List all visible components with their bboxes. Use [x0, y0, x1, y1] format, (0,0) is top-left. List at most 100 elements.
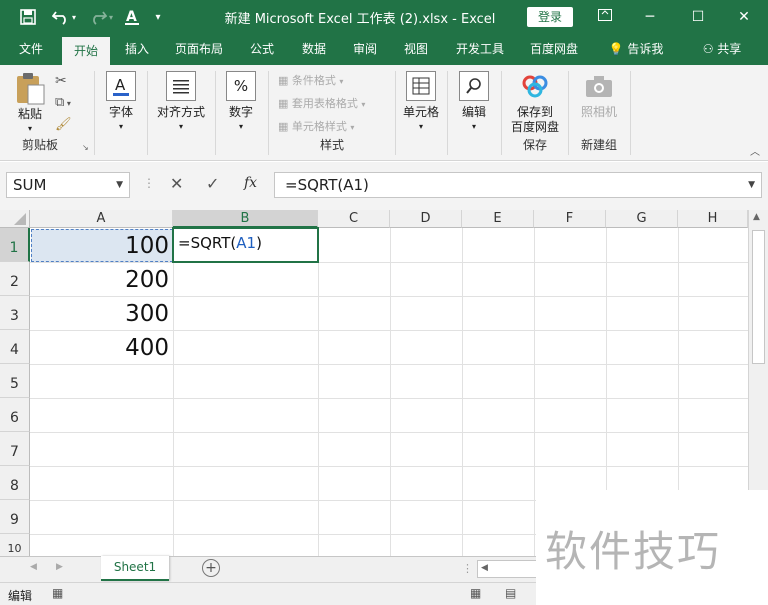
- save-icon[interactable]: [14, 0, 42, 34]
- editing-dropdown-icon[interactable]: ▾: [449, 119, 499, 134]
- tab-insert[interactable]: 插入: [116, 34, 158, 65]
- cells-icon[interactable]: [406, 71, 436, 101]
- customize-qat-icon[interactable]: ▾: [148, 0, 168, 34]
- cell-a4[interactable]: 400: [31, 332, 173, 364]
- column-header-g[interactable]: G: [606, 210, 678, 228]
- column-header-h[interactable]: H: [678, 210, 748, 228]
- column-header-f[interactable]: F: [534, 210, 606, 228]
- tab-baidu-netdisk[interactable]: 百度网盘: [520, 34, 588, 65]
- scroll-left-icon[interactable]: ◀: [481, 563, 488, 573]
- format-painter-icon[interactable]: 🖌: [55, 117, 72, 132]
- page-layout-view-icon[interactable]: ▤: [505, 586, 516, 600]
- tab-page-layout[interactable]: 页面布局: [166, 34, 232, 65]
- font-button[interactable]: 字体: [96, 105, 146, 120]
- row-header-9[interactable]: 9: [0, 500, 30, 534]
- column-header-d[interactable]: D: [390, 210, 462, 228]
- macro-record-icon[interactable]: ▦: [52, 586, 63, 600]
- cell-styles-button[interactable]: ▦ 单元格样式 ▾: [278, 118, 354, 134]
- tab-formulas[interactable]: 公式: [240, 34, 284, 65]
- name-box[interactable]: SUM ▼: [6, 172, 130, 198]
- number-group: % 数字 ▾: [217, 65, 265, 157]
- tab-split-grip-icon[interactable]: ⋮: [462, 562, 473, 575]
- svg-text:A: A: [126, 9, 137, 25]
- sheet-tab-sheet1[interactable]: Sheet1: [101, 556, 169, 581]
- camera-button[interactable]: 照相机: [570, 105, 628, 120]
- share-button[interactable]: ⚇ 共享: [694, 34, 750, 65]
- editing-button[interactable]: 编辑: [449, 105, 499, 120]
- formula-buttons: ✕ ✓ fx: [160, 172, 272, 198]
- minimize-icon[interactable]: ─: [630, 0, 670, 34]
- row-header-1[interactable]: 1: [0, 228, 30, 262]
- normal-view-icon[interactable]: ▦: [470, 586, 481, 600]
- dialog-launcher-icon[interactable]: ↘: [82, 143, 89, 152]
- enter-check-icon[interactable]: ✓: [206, 174, 219, 193]
- cell-a2[interactable]: 200: [31, 264, 173, 296]
- camera-icon[interactable]: [584, 73, 614, 102]
- row-header-8[interactable]: 8: [0, 466, 30, 500]
- paste-icon[interactable]: [14, 71, 46, 108]
- row-header-2[interactable]: 2: [0, 262, 30, 296]
- conditional-format-button[interactable]: ▦ 条件格式 ▾: [278, 72, 343, 88]
- find-icon[interactable]: [459, 71, 489, 101]
- baidu-netdisk-icon[interactable]: [520, 71, 550, 102]
- font-dropdown-icon[interactable]: ▾: [96, 119, 146, 134]
- tell-me-box[interactable]: 💡 告诉我: [596, 34, 676, 65]
- row-header-3[interactable]: 3: [0, 296, 30, 330]
- tab-view[interactable]: 视图: [394, 34, 438, 65]
- next-sheet-icon[interactable]: ▶: [56, 562, 63, 572]
- row-header-5[interactable]: 5: [0, 364, 30, 398]
- column-header-a[interactable]: A: [30, 210, 173, 228]
- formula-bar-grip-icon[interactable]: ⋮: [143, 176, 155, 190]
- row-header-7[interactable]: 7: [0, 432, 30, 466]
- column-header-c[interactable]: C: [318, 210, 390, 228]
- formula-input[interactable]: =SQRT(A1) ▼: [274, 172, 762, 198]
- chevron-down-icon[interactable]: ▼: [748, 173, 755, 197]
- cell-b1[interactable]: =SQRT(A1): [172, 227, 319, 263]
- copy-icon[interactable]: ⧉ ▾: [55, 95, 71, 110]
- scroll-thumb[interactable]: [752, 230, 765, 364]
- percent-icon[interactable]: %: [226, 71, 256, 101]
- cells-dropdown-icon[interactable]: ▾: [397, 119, 445, 134]
- paste-button[interactable]: 粘贴: [8, 107, 52, 122]
- cell-a1[interactable]: 100: [31, 230, 173, 262]
- prev-sheet-icon[interactable]: ◀: [30, 562, 37, 572]
- row-header-6[interactable]: 6: [0, 398, 30, 432]
- number-dropdown-icon[interactable]: ▾: [217, 119, 265, 134]
- horizontal-scrollbar[interactable]: ◀: [477, 560, 537, 578]
- format-as-table-button[interactable]: ▦ 套用表格格式 ▾: [278, 95, 365, 111]
- font-icon[interactable]: A: [106, 71, 136, 101]
- select-all-corner[interactable]: [0, 210, 30, 228]
- cells-button[interactable]: 单元格: [397, 105, 445, 120]
- tab-home[interactable]: 开始: [62, 37, 110, 65]
- save-to-baidu-button[interactable]: 保存到 百度网盘: [503, 105, 567, 135]
- scroll-up-icon[interactable]: ▲: [753, 212, 760, 222]
- align-icon[interactable]: [166, 71, 196, 101]
- column-header-b[interactable]: B: [173, 210, 318, 228]
- close-icon[interactable]: ✕: [724, 0, 764, 34]
- maximize-icon[interactable]: ☐: [678, 0, 718, 34]
- collapse-ribbon-icon[interactable]: ︿: [750, 143, 760, 158]
- align-button[interactable]: 对齐方式: [149, 105, 213, 120]
- add-sheet-icon[interactable]: +: [202, 559, 220, 577]
- tab-developer[interactable]: 开发工具: [447, 34, 513, 65]
- cut-icon[interactable]: ✂: [55, 73, 67, 89]
- tab-file[interactable]: 文件: [8, 34, 54, 65]
- conditional-format-label: 条件格式: [291, 74, 336, 87]
- cell-a3[interactable]: 300: [31, 298, 173, 330]
- paste-dropdown-icon[interactable]: ▾: [8, 121, 52, 136]
- redo-icon[interactable]: ▾: [86, 0, 116, 34]
- login-button[interactable]: 登录: [527, 7, 573, 27]
- chevron-down-icon[interactable]: ▼: [116, 173, 123, 197]
- tab-review[interactable]: 审阅: [343, 34, 387, 65]
- tab-data[interactable]: 数据: [292, 34, 336, 65]
- column-header-e[interactable]: E: [462, 210, 534, 228]
- ribbon-display-icon[interactable]: [585, 0, 625, 34]
- undo-icon[interactable]: ▾: [48, 0, 80, 34]
- align-dropdown-icon[interactable]: ▾: [149, 119, 213, 134]
- insert-function-icon[interactable]: fx: [244, 175, 257, 191]
- font-color-icon[interactable]: A: [120, 0, 144, 34]
- cancel-icon[interactable]: ✕: [170, 174, 183, 193]
- number-button[interactable]: 数字: [217, 105, 265, 120]
- row-header-10[interactable]: 10: [0, 534, 30, 556]
- row-header-4[interactable]: 4: [0, 330, 30, 364]
